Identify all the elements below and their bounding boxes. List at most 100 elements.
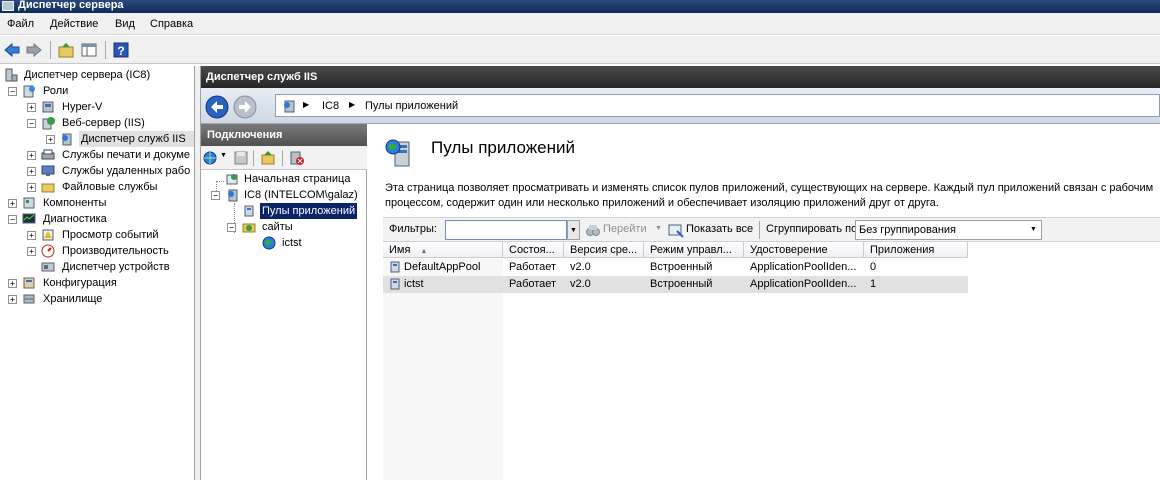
- app-pools-table: Имя ▲ Состоя... Версия сре... Режим управ…: [383, 242, 1160, 480]
- conn-sites[interactable]: − сайты: [227, 219, 365, 235]
- tree-item-storage[interactable]: + Хранилище: [8, 291, 194, 307]
- folder-icon: [41, 183, 55, 193]
- tree-item-hyperv[interactable]: + Hyper-V: [27, 99, 194, 115]
- up-folder-icon[interactable]: [260, 150, 276, 166]
- collapse-icon[interactable]: −: [8, 87, 17, 96]
- tree-item-diagnostics[interactable]: − Диагностика: [8, 211, 194, 227]
- connections-title: Подключения: [201, 124, 367, 146]
- tree-item-events[interactable]: + Просмотр событий: [27, 227, 194, 243]
- server-manager-icon: [2, 1, 14, 11]
- group-by-select[interactable]: Без группирования ▼: [855, 220, 1042, 240]
- expand-icon[interactable]: +: [46, 135, 55, 144]
- filter-dropdown-icon[interactable]: ▼: [567, 220, 580, 240]
- window-titlebar: Диспетчер сервера: [0, 0, 1160, 13]
- expand-icon[interactable]: +: [8, 199, 17, 208]
- tree-item-config[interactable]: + Конфигурация: [8, 275, 194, 291]
- sites-folder-icon: [242, 223, 256, 233]
- show-hide-tree-icon[interactable]: [80, 41, 98, 59]
- go-button[interactable]: Перейти: [603, 223, 647, 235]
- conn-start-page[interactable]: Начальная страница: [215, 171, 365, 187]
- column-header-apps[interactable]: Приложения: [864, 242, 968, 258]
- binoculars-icon[interactable]: [585, 222, 601, 238]
- back-button-icon[interactable]: [205, 95, 229, 119]
- tree-item-webserver[interactable]: − Веб-сервер (IIS): [27, 115, 194, 131]
- conn-server[interactable]: − IC8 (INTELCOM\galaz): [211, 187, 365, 203]
- chevron-down-icon[interactable]: ▼: [220, 152, 227, 159]
- filter-bar: Фильтры: ▼ Перейти ▼ Показать все Сгрупп…: [383, 217, 1160, 242]
- performance-icon: [41, 244, 55, 258]
- diagnostics-icon: [22, 213, 36, 224]
- remote-desktop-icon: [41, 165, 55, 176]
- expand-icon[interactable]: +: [27, 183, 36, 192]
- up-folder-icon[interactable]: [57, 41, 75, 59]
- breadcrumb-pools[interactable]: Пулы приложений: [365, 100, 458, 112]
- expand-icon[interactable]: +: [27, 151, 36, 160]
- tree-item-file[interactable]: + Файловые службы: [27, 179, 194, 195]
- expand-icon[interactable]: +: [8, 279, 17, 288]
- tree-item-roles[interactable]: − Роли: [8, 83, 194, 99]
- page-description: Эта страница позволяет просматривать и и…: [385, 182, 1154, 209]
- menu-file[interactable]: Файл: [7, 18, 34, 30]
- device-manager-icon: [41, 262, 55, 272]
- column-header-identity[interactable]: Удостоверение: [744, 242, 864, 258]
- expand-icon[interactable]: +: [27, 103, 36, 112]
- menu-view[interactable]: Вид: [115, 18, 135, 30]
- table-row-selected[interactable]: ictst Работает v2.0 Встроенный Applicati…: [383, 276, 968, 293]
- back-arrow-icon[interactable]: [3, 41, 21, 59]
- tree-item-components[interactable]: + Компоненты: [8, 195, 194, 211]
- tree-item-devices[interactable]: Диспетчер устройств: [27, 259, 194, 275]
- save-icon[interactable]: [233, 150, 249, 166]
- table-row[interactable]: DefaultAppPool Работает v2.0 Встроенный …: [383, 259, 968, 276]
- filter-input[interactable]: [445, 220, 567, 240]
- server-manager-tree: Диспетчер сервера (IC8) − Роли + Hyper-V…: [0, 66, 195, 480]
- iis-header: Диспетчер служб IIS: [201, 66, 1160, 88]
- window-title: Диспетчер сервера: [18, 0, 124, 11]
- menu-action[interactable]: Действие: [50, 18, 98, 30]
- expand-icon[interactable]: +: [8, 295, 17, 304]
- address-bar: ▶ IC8 ▶ Пулы приложений: [201, 88, 1160, 124]
- help-icon[interactable]: ?: [112, 41, 130, 59]
- connections-toolbar: ▼: [201, 146, 367, 170]
- expand-icon[interactable]: +: [27, 247, 36, 256]
- breadcrumb-server[interactable]: IC8: [322, 100, 339, 112]
- chevron-down-icon[interactable]: ▼: [1027, 222, 1040, 238]
- page-title: Пулы приложений: [431, 138, 575, 157]
- column-header-version[interactable]: Версия сре...: [564, 242, 644, 258]
- svg-text:?: ?: [117, 44, 124, 58]
- conn-app-pools[interactable]: Пулы приложений: [242, 203, 359, 219]
- conn-site-ictst[interactable]: ictst: [262, 235, 362, 251]
- column-header-mode[interactable]: Режим управл...: [644, 242, 744, 258]
- collapse-icon[interactable]: −: [8, 215, 17, 224]
- collapse-icon[interactable]: −: [227, 223, 236, 232]
- toolbar: ?: [0, 36, 1160, 64]
- collapse-icon[interactable]: −: [211, 191, 220, 200]
- tree-item-root[interactable]: Диспетчер сервера (IC8): [4, 67, 194, 83]
- printer-icon: [41, 149, 55, 160]
- server-icon: [228, 189, 238, 202]
- expand-icon[interactable]: +: [27, 231, 36, 240]
- start-page-icon: [226, 174, 238, 185]
- connect-globe-icon[interactable]: [203, 150, 219, 166]
- forward-button-icon[interactable]: [233, 95, 257, 119]
- tree-item-perf[interactable]: + Производительность: [27, 243, 194, 259]
- collapse-icon[interactable]: −: [27, 119, 36, 128]
- filter-label: Фильтры:: [389, 223, 437, 235]
- webserver-icon: [42, 117, 55, 130]
- menu-bar: Файл Действие Вид Справка: [0, 13, 1160, 35]
- chevron-down-icon[interactable]: ▼: [655, 225, 662, 232]
- tree-item-iis-manager[interactable]: + Диспетчер служб IIS: [46, 131, 194, 147]
- expand-icon[interactable]: +: [27, 167, 36, 176]
- breadcrumb[interactable]: ▶ IC8 ▶ Пулы приложений: [275, 94, 1160, 117]
- app-pool-icon: [244, 205, 254, 217]
- breadcrumb-separator-icon: ▶: [349, 100, 356, 109]
- column-header-name[interactable]: Имя ▲: [383, 242, 503, 258]
- menu-help[interactable]: Справка: [150, 18, 193, 30]
- tree-item-remote[interactable]: + Службы удаленных рабо: [27, 163, 194, 179]
- tree-item-print[interactable]: + Службы печати и докуме: [27, 147, 194, 163]
- show-all-button[interactable]: Показать все: [686, 223, 753, 235]
- disconnect-icon[interactable]: [289, 150, 305, 166]
- iis-manager-icon: [62, 133, 72, 146]
- show-all-icon[interactable]: [668, 222, 684, 238]
- column-header-status[interactable]: Состоя...: [503, 242, 564, 258]
- forward-arrow-icon[interactable]: [25, 41, 43, 59]
